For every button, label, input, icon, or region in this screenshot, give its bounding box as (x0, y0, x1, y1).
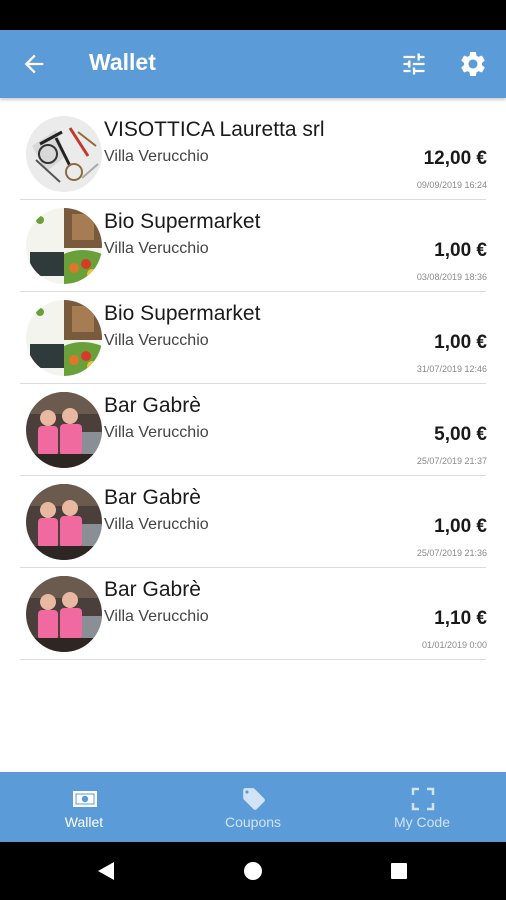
merchant-name: Bar Gabrè (104, 394, 201, 417)
transaction-row[interactable]: Bio Supermarket Villa Verucchio 1,00 € 0… (0, 200, 506, 292)
transaction-date: 09/09/2019 16:24 (416, 180, 487, 190)
page-title: Wallet (89, 49, 156, 75)
tab-label: My Code (393, 814, 451, 830)
merchant-location: Villa Verucchio (104, 332, 209, 349)
bar-staff-photo (26, 576, 102, 652)
merchant-name: Bar Gabrè (104, 578, 201, 601)
transaction-date: 25/07/2019 21:36 (416, 548, 487, 558)
bio-supermarket-photo (26, 208, 102, 284)
transaction-date: 25/07/2019 21:37 (416, 456, 487, 466)
gear-icon[interactable] (458, 49, 488, 79)
status-bar (0, 0, 506, 30)
back-triangle-icon[interactable] (96, 861, 116, 881)
merchant-name: VISOTTICA Lauretta srl (104, 118, 325, 141)
bar-staff-photo (26, 484, 102, 560)
merchant-location: Villa Verucchio (104, 516, 209, 533)
bio-supermarket-photo (26, 300, 102, 376)
transaction-date: 01/01/2019 0:00 (421, 640, 487, 650)
merchant-location: Villa Verucchio (104, 424, 209, 441)
tab-label: Wallet (64, 814, 104, 830)
transaction-row[interactable]: Bar Gabrè Villa Verucchio 5,00 € 25/07/2… (0, 384, 506, 476)
transaction-amount: 1,10 € (434, 608, 487, 629)
transaction-date: 31/07/2019 12:46 (416, 364, 487, 374)
bottom-navigation: Wallet Coupons My Code (0, 772, 506, 842)
merchant-location: Villa Verucchio (104, 148, 209, 165)
merchant-location: Villa Verucchio (104, 608, 209, 625)
recents-square-icon[interactable] (390, 862, 408, 880)
row-divider (20, 659, 486, 660)
transaction-amount: 1,00 € (434, 240, 487, 261)
sliders-icon[interactable] (400, 50, 428, 78)
merchant-name: Bar Gabrè (104, 486, 201, 509)
transaction-row[interactable]: Bio Supermarket Villa Verucchio 1,00 € 3… (0, 292, 506, 384)
merchant-location: Villa Verucchio (104, 240, 209, 257)
tab-coupons[interactable]: Coupons (169, 772, 337, 842)
app-bar: Wallet (0, 30, 506, 98)
eyeglasses-store-photo (26, 116, 102, 192)
transaction-amount: 12,00 € (423, 148, 487, 169)
transaction-amount: 1,00 € (434, 516, 487, 537)
merchant-name: Bio Supermarket (104, 302, 261, 325)
scan-frame-icon (411, 787, 435, 811)
arrow-left-icon[interactable] (20, 50, 48, 78)
merchant-name: Bio Supermarket (104, 210, 261, 233)
transaction-list: VISOTTICA Lauretta srl Villa Verucchio 1… (0, 108, 506, 660)
transaction-row[interactable]: Bar Gabrè Villa Verucchio 1,10 € 01/01/2… (0, 568, 506, 660)
transaction-amount: 1,00 € (434, 332, 487, 353)
banknote-icon (73, 791, 97, 807)
tab-my-code[interactable]: My Code (338, 772, 506, 842)
bar-staff-photo (26, 392, 102, 468)
transaction-row[interactable]: VISOTTICA Lauretta srl Villa Verucchio 1… (0, 108, 506, 200)
transaction-row[interactable]: Bar Gabrè Villa Verucchio 1,00 € 25/07/2… (0, 476, 506, 568)
transaction-date: 03/08/2019 18:36 (416, 272, 487, 282)
tag-icon (243, 788, 265, 810)
tab-wallet[interactable]: Wallet (0, 772, 168, 842)
tab-label: Coupons (224, 814, 282, 830)
transaction-amount: 5,00 € (434, 424, 487, 445)
home-circle-icon[interactable] (243, 861, 263, 881)
system-navigation-bar (0, 842, 506, 900)
